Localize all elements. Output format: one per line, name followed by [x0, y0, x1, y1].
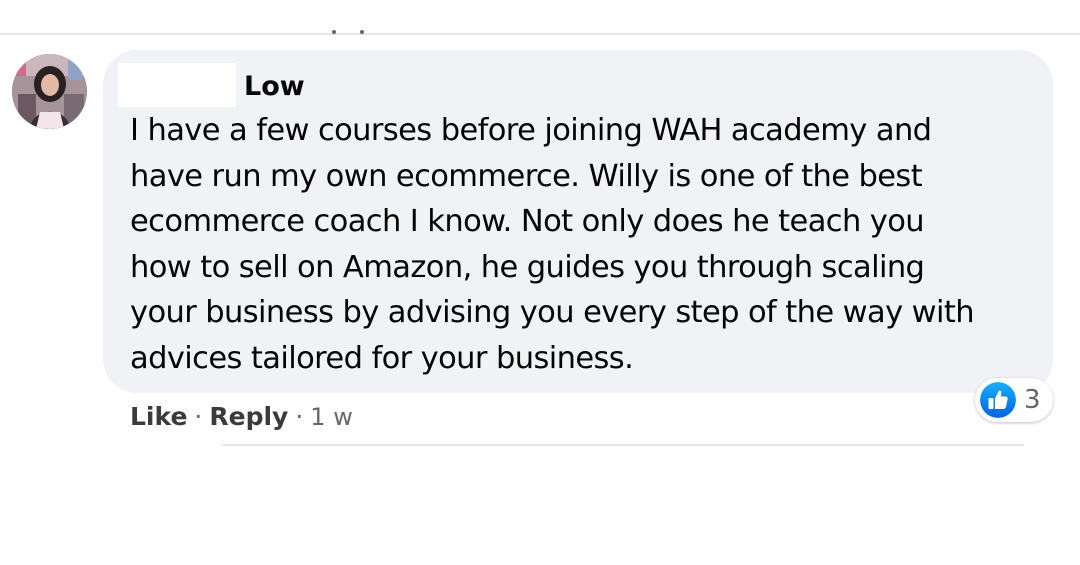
like-icon: [980, 382, 1016, 418]
comment-text-line: advices tailored for your business.: [130, 340, 634, 376]
top-divider: [0, 33, 1080, 35]
comment-text-line: how to sell on Amazon, he guides you thr…: [130, 249, 925, 285]
comment-text-line: I have a few courses before joining WAH …: [130, 113, 932, 148]
avatar[interactable]: [12, 54, 87, 129]
redacted-name: [118, 63, 236, 107]
bottom-divider: [222, 444, 1024, 446]
previous-comment-remnant: [330, 30, 370, 36]
reaction-count: 3: [1024, 385, 1041, 415]
comment-text-line: have run my own ecommerce. Willy is one …: [130, 158, 923, 194]
comment-text-line: your business by advising you every step…: [130, 295, 975, 330]
avatar-image: [12, 54, 87, 129]
comment-author[interactable]: Low: [244, 70, 305, 104]
reply-button[interactable]: Reply: [209, 400, 288, 434]
comment-text: I have a few courses before joining WAH …: [130, 108, 1030, 381]
comment-timestamp[interactable]: 1 w: [310, 400, 353, 434]
comment-actions: Like · Reply · 1 w: [130, 400, 353, 434]
separator-dot: ·: [295, 402, 304, 431]
comment-text-line: ecommerce coach I know. Not only does he…: [130, 204, 925, 239]
reaction-summary[interactable]: 3: [975, 378, 1053, 422]
like-button[interactable]: Like: [130, 400, 187, 434]
separator-dot: ·: [194, 402, 203, 431]
